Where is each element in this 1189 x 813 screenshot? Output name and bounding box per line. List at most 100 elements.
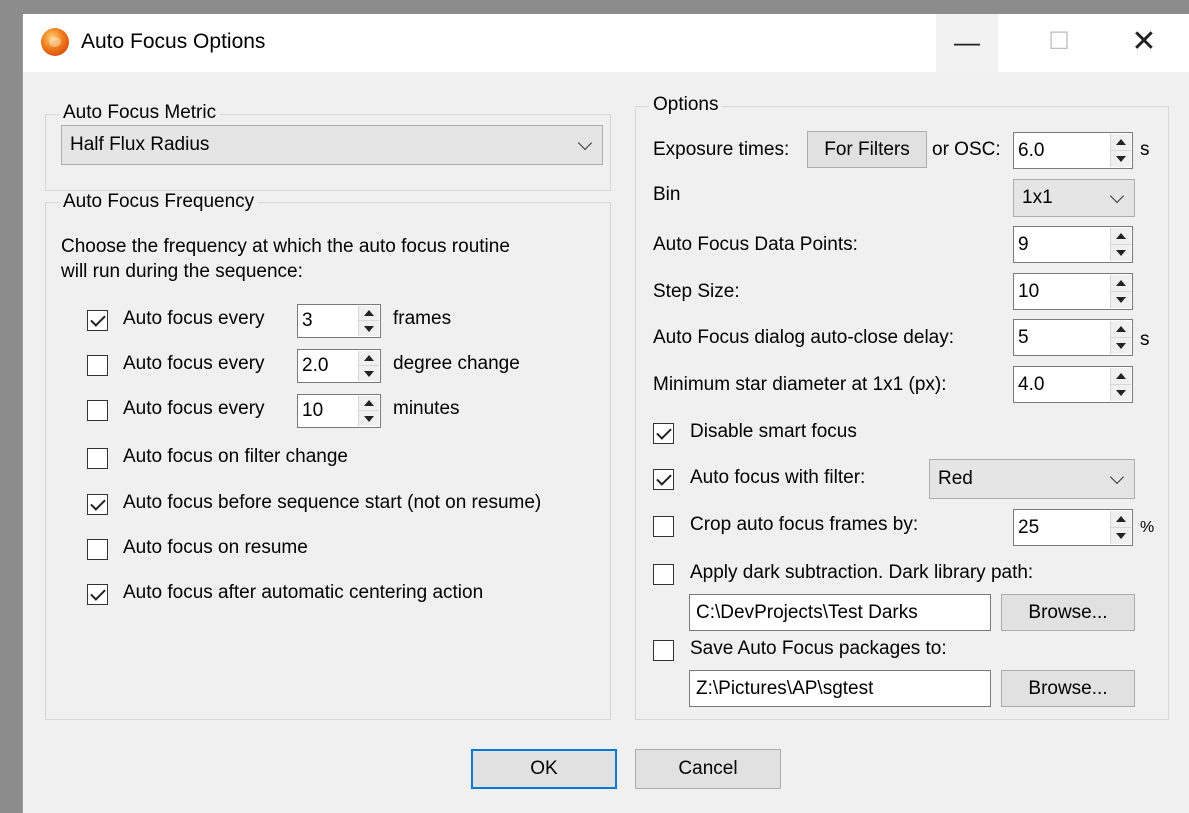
spin-down-icon[interactable] <box>1111 385 1131 402</box>
close-button[interactable]: ✕ <box>1113 14 1175 72</box>
window-title: Auto Focus Options <box>81 30 266 53</box>
min-star-value: 4.0 <box>1018 373 1045 395</box>
disable-smart-focus-label: Disable smart focus <box>690 421 857 442</box>
save-packages-label: Save Auto Focus packages to: <box>690 638 947 659</box>
spin-down-icon[interactable] <box>359 321 379 336</box>
after-centering-label: Auto focus after automatic centering act… <box>123 582 484 603</box>
step-size-value: 10 <box>1018 280 1040 302</box>
auto-focus-every-minutes-checkbox[interactable] <box>87 400 108 421</box>
bin-label: Bin <box>653 184 681 205</box>
on-resume-checkbox[interactable] <box>87 539 108 560</box>
chevron-down-icon <box>1109 469 1125 485</box>
before-sequence-label: Auto focus before sequence start (not on… <box>123 492 542 513</box>
exposure-label: Exposure times: <box>653 139 790 160</box>
metric-dropdown-value: Half Flux Radius <box>70 134 210 155</box>
chevron-down-icon <box>577 135 593 151</box>
spin-down-icon[interactable] <box>1111 151 1131 168</box>
frequency-description-line1: Choose the frequency at which the auto f… <box>61 236 510 257</box>
degree-spinner-value: 2.0 <box>302 355 329 376</box>
autoclose-label: Auto Focus dialog auto-close delay: <box>653 327 955 348</box>
spin-up-icon[interactable] <box>1111 134 1131 151</box>
frequency-description-line2: will run during the sequence: <box>61 261 303 282</box>
maximize-button[interactable]: ☐ <box>1028 14 1090 72</box>
disable-smart-focus-checkbox[interactable] <box>653 423 674 444</box>
minutes-spinner[interactable]: 10 <box>297 394 381 428</box>
dark-library-browse-button[interactable]: Browse... <box>1001 594 1135 631</box>
bin-dropdown[interactable]: 1x1 <box>1013 179 1135 217</box>
osc-exposure-spinner[interactable]: 6.0 <box>1013 132 1133 169</box>
crop-spinner[interactable]: 25 <box>1013 509 1133 546</box>
auto-focus-every-degree-checkbox[interactable] <box>87 355 108 376</box>
frames-spinner-value: 3 <box>302 310 313 331</box>
dark-library-path-value: C:\DevProjects\Test Darks <box>696 601 918 623</box>
crop-value: 25 <box>1018 516 1040 538</box>
title-bar: Auto Focus Options — ☐ ✕ <box>23 14 1189 72</box>
step-size-label: Step Size: <box>653 281 740 302</box>
minutes-unit: minutes <box>393 398 460 419</box>
minutes-spinner-value: 10 <box>302 400 324 421</box>
dark-subtraction-checkbox[interactable] <box>653 564 674 585</box>
options-group-legend: Options <box>649 94 723 116</box>
auto-focus-every-frames-label: Auto focus every <box>123 308 265 329</box>
osc-exposure-value: 6.0 <box>1018 139 1045 161</box>
frames-spinner[interactable]: 3 <box>297 304 381 338</box>
chevron-down-icon <box>1109 188 1125 204</box>
step-size-spinner[interactable]: 10 <box>1013 273 1133 310</box>
dark-subtraction-label: Apply dark subtraction. Dark library pat… <box>690 562 1034 583</box>
filter-change-checkbox[interactable] <box>87 448 108 469</box>
or-osc-label: or OSC: <box>932 139 1001 160</box>
spin-down-icon[interactable] <box>1111 245 1131 262</box>
degree-unit: degree change <box>393 353 520 374</box>
spin-up-icon[interactable] <box>359 396 379 411</box>
spin-up-icon[interactable] <box>1111 321 1131 338</box>
filter-change-label: Auto focus on filter change <box>123 446 348 467</box>
dark-library-path-input[interactable]: C:\DevProjects\Test Darks <box>689 594 991 631</box>
minimize-button[interactable]: — <box>936 14 998 72</box>
auto-focus-every-degree-label: Auto focus every <box>123 353 265 374</box>
autoclose-spinner[interactable]: 5 <box>1013 319 1133 356</box>
frames-unit: frames <box>393 308 452 329</box>
save-packages-checkbox[interactable] <box>653 640 674 661</box>
app-logo-icon <box>41 28 69 56</box>
after-centering-checkbox[interactable] <box>87 584 108 605</box>
spin-up-icon[interactable] <box>359 306 379 321</box>
min-star-spinner[interactable]: 4.0 <box>1013 366 1133 403</box>
filter-dropdown-value: Red <box>938 468 973 489</box>
spin-down-icon[interactable] <box>1111 338 1131 355</box>
crop-unit: % <box>1140 519 1155 536</box>
auto-focus-every-frames-checkbox[interactable] <box>87 310 108 331</box>
spin-up-icon[interactable] <box>1111 368 1131 385</box>
spin-down-icon[interactable] <box>359 411 379 426</box>
crop-frames-label: Crop auto focus frames by: <box>690 514 919 535</box>
degree-spinner[interactable]: 2.0 <box>297 349 381 383</box>
save-packages-path-value: Z:\Pictures\AP\sgtest <box>696 677 874 699</box>
save-packages-path-input[interactable]: Z:\Pictures\AP\sgtest <box>689 670 991 707</box>
spin-up-icon[interactable] <box>359 351 379 366</box>
crop-frames-checkbox[interactable] <box>653 516 674 537</box>
focus-with-filter-checkbox[interactable] <box>653 469 674 490</box>
spin-down-icon[interactable] <box>1111 528 1131 545</box>
spin-down-icon[interactable] <box>359 366 379 381</box>
spin-up-icon[interactable] <box>1111 228 1131 245</box>
data-points-value: 9 <box>1018 233 1029 255</box>
before-sequence-checkbox[interactable] <box>87 494 108 515</box>
save-packages-browse-button[interactable]: Browse... <box>1001 670 1135 707</box>
data-points-label: Auto Focus Data Points: <box>653 234 858 255</box>
autoclose-value: 5 <box>1018 326 1029 348</box>
spin-up-icon[interactable] <box>1111 275 1131 292</box>
spin-up-icon[interactable] <box>1111 511 1131 528</box>
data-points-spinner[interactable]: 9 <box>1013 226 1133 263</box>
bin-dropdown-value: 1x1 <box>1022 187 1053 208</box>
min-star-label: Minimum star diameter at 1x1 (px): <box>653 374 947 395</box>
metric-group-legend: Auto Focus Metric <box>59 102 221 124</box>
osc-exposure-unit: s <box>1140 139 1150 160</box>
auto-focus-every-minutes-label: Auto focus every <box>123 398 265 419</box>
metric-dropdown[interactable]: Half Flux Radius <box>61 125 603 165</box>
auto-focus-options-dialog: Auto Focus Options — ☐ ✕ Auto Focus Metr… <box>22 14 1189 813</box>
ok-button[interactable]: OK <box>471 749 617 789</box>
cancel-button[interactable]: Cancel <box>635 749 781 789</box>
for-filters-button[interactable]: For Filters <box>807 131 927 168</box>
filter-dropdown[interactable]: Red <box>929 459 1135 499</box>
on-resume-label: Auto focus on resume <box>123 537 308 558</box>
spin-down-icon[interactable] <box>1111 292 1131 309</box>
